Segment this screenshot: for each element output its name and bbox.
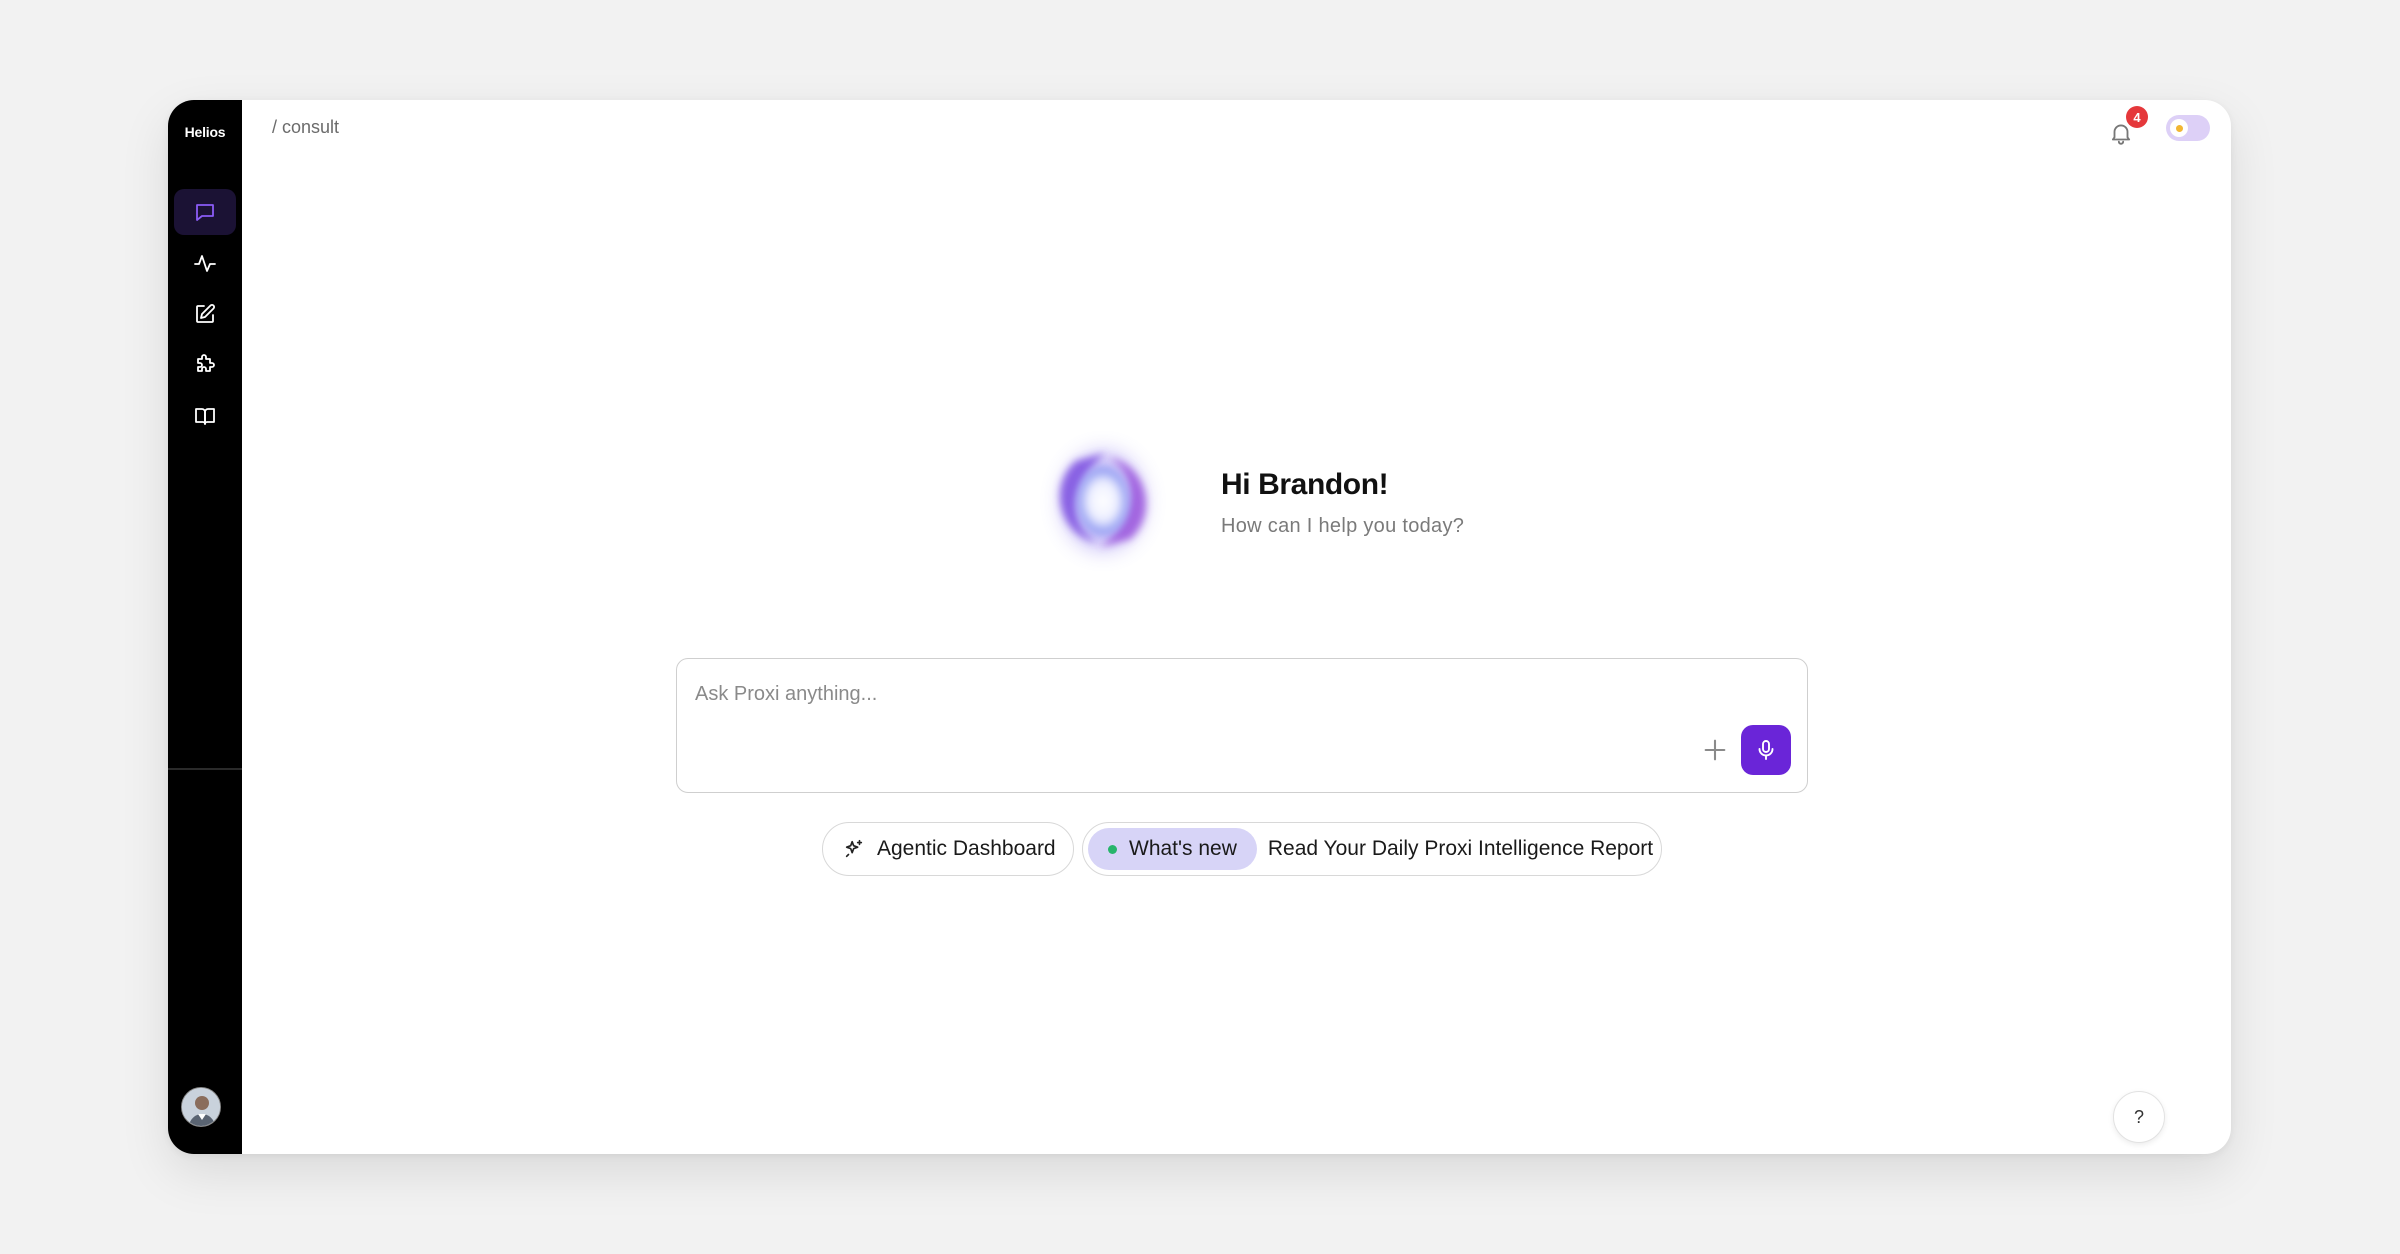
chat-icon <box>196 204 214 221</box>
puzzle-icon <box>197 354 215 372</box>
attach-button[interactable] <box>1697 732 1733 768</box>
sun-icon <box>2175 124 2183 132</box>
book-icon <box>195 408 215 425</box>
sidebar-divider <box>168 768 242 770</box>
app-window: Helios / consult 4 Hi Brandon! How can I… <box>168 100 2231 1154</box>
greeting-title: Hi Brandon! <box>1221 468 1389 501</box>
sidebar-item-edit[interactable] <box>174 291 236 337</box>
whats-new-banner[interactable]: What's new Read Your Daily Proxi Intelli… <box>1082 822 1662 876</box>
sidebar: Helios <box>168 100 242 1154</box>
theme-toggle[interactable] <box>2166 115 2210 141</box>
user-avatar-icon <box>182 1088 220 1126</box>
avatar[interactable] <box>181 1087 221 1127</box>
voice-input-button[interactable] <box>1741 725 1791 775</box>
agentic-dashboard-label: Agentic Dashboard <box>877 837 1056 860</box>
sparkles-icon <box>845 839 863 858</box>
sidebar-item-consult[interactable] <box>174 189 236 235</box>
plus-icon <box>1704 739 1726 761</box>
sidebar-item-integrations[interactable] <box>174 342 236 388</box>
sidebar-item-library[interactable] <box>174 393 236 439</box>
breadcrumb[interactable]: / consult <box>272 117 339 138</box>
brand-logo: Helios <box>184 124 226 140</box>
greeting-subtitle: How can I help you today? <box>1221 515 1465 537</box>
edit-icon <box>196 304 215 323</box>
proxi-orb-logo <box>1060 451 1146 551</box>
notification-badge: 4 <box>2126 106 2148 128</box>
sidebar-item-activity[interactable] <box>174 240 236 286</box>
activity-icon <box>194 255 216 272</box>
whats-new-label: What's new <box>1129 837 1237 860</box>
toggle-knob <box>2170 119 2188 137</box>
help-button[interactable]: ? <box>2113 1091 2165 1143</box>
agentic-dashboard-button[interactable]: Agentic Dashboard <box>822 822 1074 876</box>
report-link-label: Read Your Daily Proxi Intelligence Repor… <box>1267 837 1654 860</box>
status-dot <box>1108 844 1117 854</box>
whats-new-pill: What's new <box>1088 828 1257 870</box>
microphone-icon <box>1758 740 1774 760</box>
ask-input[interactable] <box>695 679 1695 709</box>
chat-composer <box>676 658 1808 793</box>
